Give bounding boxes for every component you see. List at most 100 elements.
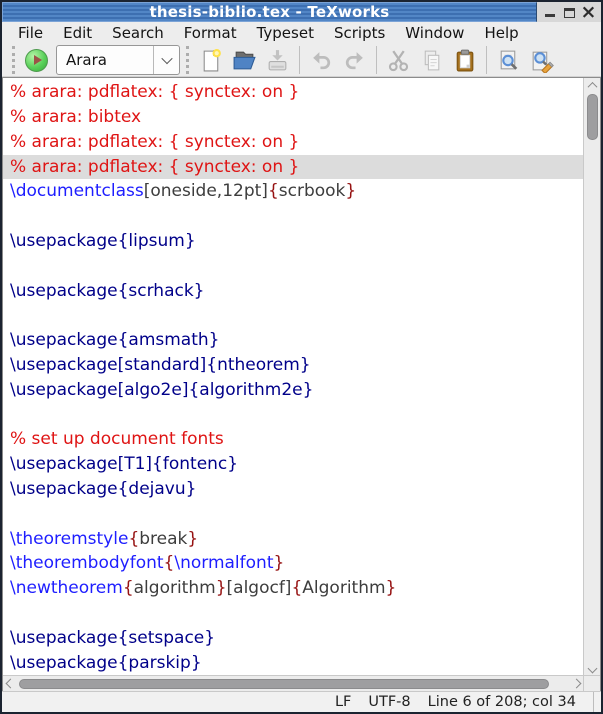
code-token: }	[187, 529, 198, 549]
close-button[interactable]: ×	[582, 5, 596, 19]
open-document-button[interactable]	[228, 44, 261, 76]
titlebar-drag-area[interactable]: thesis-biblio.tex - TeXworks	[2, 2, 537, 22]
window-title: thesis-biblio.tex - TeXworks	[150, 3, 390, 21]
toolbar-drag-handle[interactable]	[186, 46, 189, 74]
code-token: \theorembodyfont	[10, 553, 164, 573]
code-line[interactable]	[3, 502, 583, 527]
code-line[interactable]: % arara: pdflatex: { synctex: on }	[3, 155, 583, 180]
code-line[interactable]	[3, 254, 583, 279]
code-line[interactable]: % arara: bibtex	[3, 105, 583, 130]
undo-button[interactable]	[305, 44, 338, 76]
undo-icon	[309, 48, 334, 73]
minimize-button[interactable]	[543, 5, 557, 19]
code-line[interactable]: \theoremstyle{break}	[3, 527, 583, 552]
code-line[interactable]: % set up document fonts	[3, 427, 583, 452]
typeset-format-dropdown-button[interactable]	[153, 46, 179, 74]
code-line[interactable]	[3, 403, 583, 428]
code-token: \usepackage{scrhack}	[10, 281, 205, 301]
code-area[interactable]: % arara: pdflatex: { synctex: on }% arar…	[3, 78, 583, 675]
code-token: {	[123, 578, 134, 598]
chevron-down-icon	[587, 663, 597, 673]
status-encoding: UTF-8	[368, 694, 410, 710]
copy-button[interactable]	[415, 44, 448, 76]
cut-button[interactable]	[382, 44, 415, 76]
code-line[interactable]: \usepackage[T1]{fontenc}	[3, 452, 583, 477]
menu-scripts[interactable]: Scripts	[324, 22, 395, 44]
code-line[interactable]: \usepackage{setspace}	[3, 626, 583, 651]
menu-help[interactable]: Help	[474, 22, 528, 44]
code-line[interactable]	[3, 204, 583, 229]
code-token: \usepackage[T1]{fontenc}	[10, 454, 238, 474]
code-line[interactable]	[3, 303, 583, 328]
code-token: \newtheorem	[10, 578, 123, 598]
vertical-scrollbar[interactable]	[583, 78, 600, 675]
find-button[interactable]	[492, 44, 525, 76]
code-line[interactable]: \usepackage{dejavu}	[3, 477, 583, 502]
code-token: [algocf]	[227, 578, 292, 598]
code-line[interactable]: \usepackage{parskip}	[3, 651, 583, 676]
find-replace-button[interactable]	[525, 44, 558, 76]
code-token: % set up document fonts	[10, 429, 224, 449]
horizontal-scrollbar[interactable]	[3, 676, 583, 691]
code-line[interactable]: \usepackage{amsmath}	[3, 328, 583, 353]
scroll-down-button[interactable]	[584, 661, 600, 675]
code-token: \usepackage{lipsum}	[10, 231, 196, 251]
toolbar-drag-handle[interactable]	[12, 46, 15, 74]
code-token: break	[139, 529, 187, 549]
maximize-icon	[564, 8, 575, 18]
editor-frame: % arara: pdflatex: { synctex: on }% arar…	[2, 77, 601, 691]
typeset-run-button[interactable]	[25, 49, 48, 72]
new-document-button[interactable]	[195, 44, 228, 76]
menu-file[interactable]: File	[8, 22, 53, 44]
paste-icon	[452, 48, 477, 73]
code-line[interactable]: \newtheorem{algorithm}[algocf]{Algorithm…	[3, 576, 583, 601]
menu-typeset[interactable]: Typeset	[247, 22, 324, 44]
code-line[interactable]: \usepackage[algo2e]{algorithm2e}	[3, 378, 583, 403]
code-token: \usepackage{dejavu}	[10, 479, 196, 499]
menu-format[interactable]: Format	[174, 22, 247, 44]
code-line[interactable]: \usepackage[standard]{ntheorem}	[3, 353, 583, 378]
maximize-button[interactable]	[562, 5, 576, 19]
code-token: {	[164, 553, 175, 573]
scrollbar-corner	[583, 676, 600, 691]
code-token: }	[273, 553, 284, 573]
typeset-format-value: Arara	[57, 51, 153, 69]
code-token: \normalfont	[174, 553, 273, 573]
code-token: [oneside,12pt]	[144, 181, 268, 201]
code-token: \usepackage[standard]{ntheorem}	[10, 355, 311, 375]
copy-icon	[419, 48, 444, 73]
scroll-up-button[interactable]	[584, 78, 600, 92]
scroll-left-button[interactable]	[3, 676, 17, 691]
code-line[interactable]	[3, 601, 583, 626]
menu-search[interactable]: Search	[102, 22, 174, 44]
typeset-run-icon	[34, 55, 42, 65]
menu-edit[interactable]: Edit	[53, 22, 102, 44]
code-line[interactable]: % arara: pdflatex: { synctex: on }	[3, 130, 583, 155]
code-token: % arara: bibtex	[10, 107, 141, 127]
toolbar-separator	[299, 46, 300, 74]
menu-window[interactable]: Window	[395, 22, 474, 44]
paste-button[interactable]	[448, 44, 481, 76]
code-line[interactable]: \usepackage{lipsum}	[3, 229, 583, 254]
code-line[interactable]: % arara: pdflatex: { synctex: on }	[3, 80, 583, 105]
close-icon: ×	[581, 5, 597, 19]
vertical-scrollbar-thumb[interactable]	[587, 94, 598, 140]
typeset-format-select[interactable]: Arara	[56, 45, 180, 75]
scroll-right-button[interactable]	[569, 676, 583, 691]
new-document-icon	[199, 48, 224, 73]
code-token: \usepackage{amsmath}	[10, 330, 219, 350]
chevron-down-icon	[161, 53, 172, 64]
code-line[interactable]: \theorembodyfont{\normalfont}	[3, 551, 583, 576]
save-document-button[interactable]	[261, 44, 294, 76]
redo-button[interactable]	[338, 44, 371, 76]
code-token: \usepackage[algo2e]{algorithm2e}	[10, 380, 313, 400]
code-line[interactable]: \usepackage{scrhack}	[3, 279, 583, 304]
horizontal-scrollbar-thumb[interactable]	[19, 679, 549, 689]
code-token: }	[345, 181, 356, 201]
code-line[interactable]: \documentclass[oneside,12pt]{scrbook}	[3, 179, 583, 204]
window-controls: ×	[537, 2, 601, 22]
toolbar: Arara	[2, 44, 601, 77]
menubar: File Edit Search Format Typeset Scripts …	[2, 22, 601, 44]
titlebar[interactable]: thesis-biblio.tex - TeXworks ×	[2, 2, 601, 22]
cut-icon	[386, 48, 411, 73]
